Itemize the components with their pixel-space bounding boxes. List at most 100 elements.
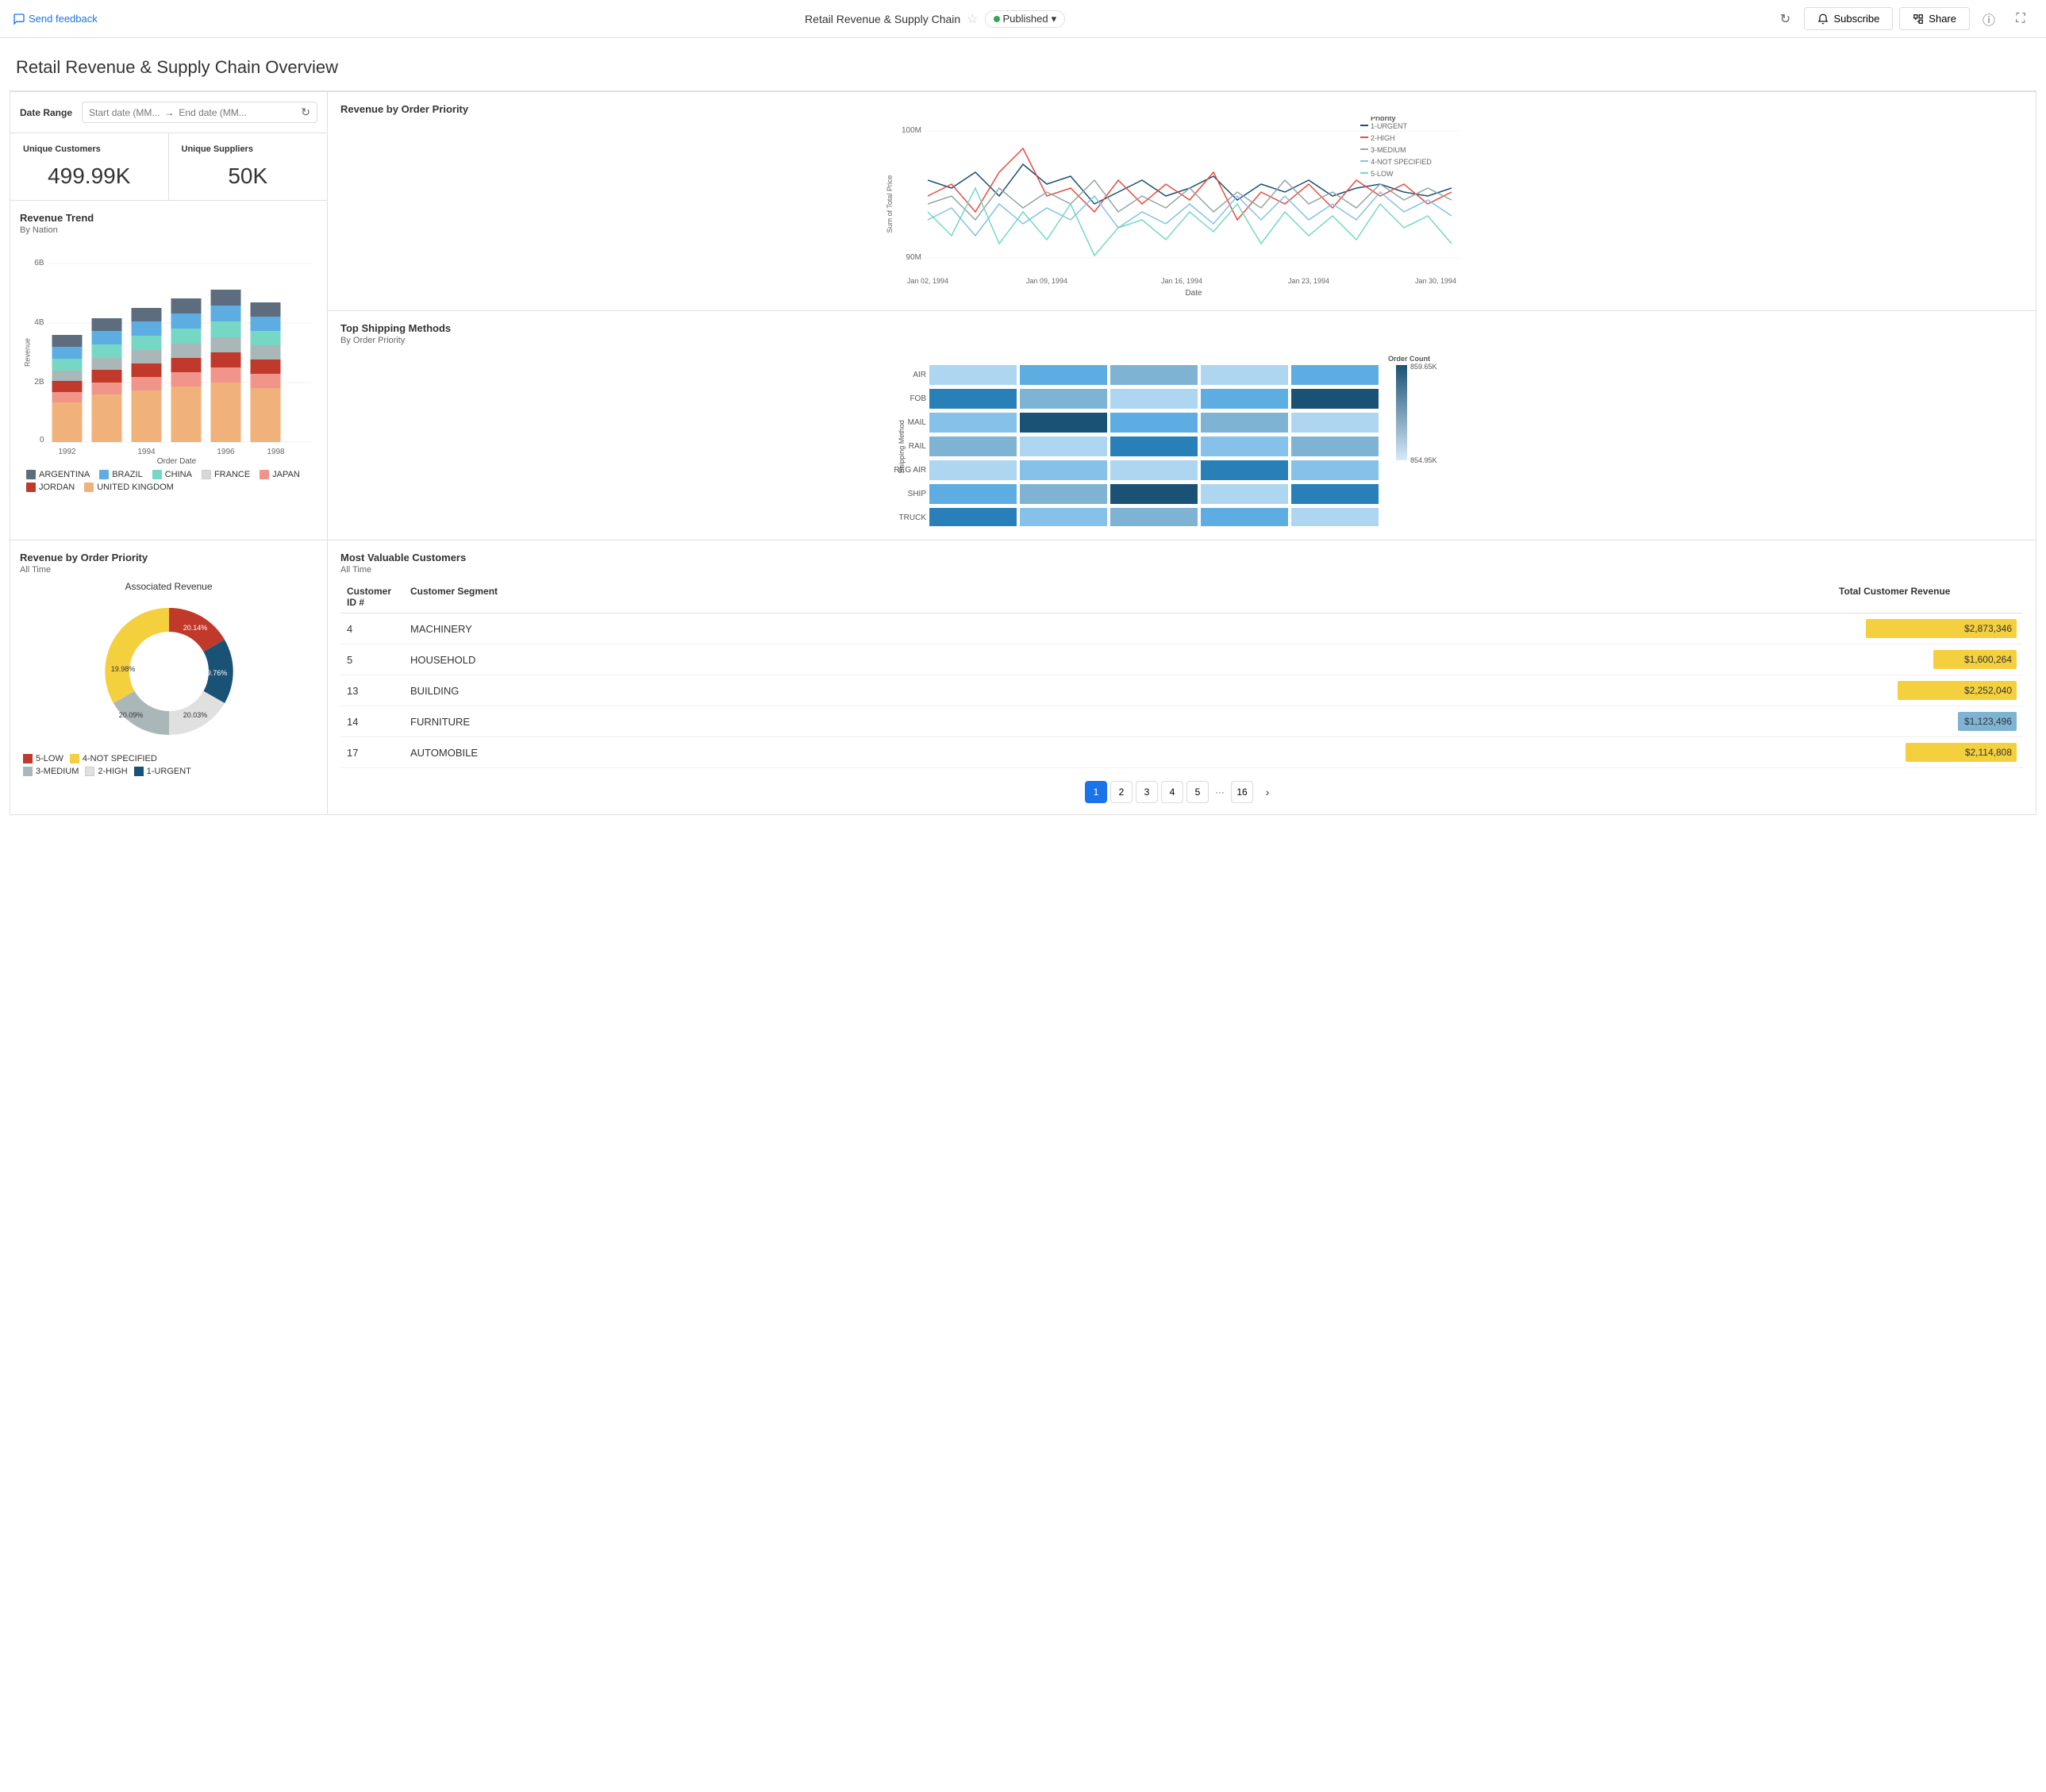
pagination: 1 2 3 4 5 ··· 16 ›	[340, 781, 2023, 803]
unique-customers-value: 499.99K	[23, 163, 156, 189]
3medium-label: 3-MEDIUM	[36, 767, 79, 776]
svg-text:2B: 2B	[34, 378, 44, 386]
svg-text:RAIL: RAIL	[909, 442, 927, 451]
svg-text:Jan 09, 1994: Jan 09, 1994	[1026, 277, 1067, 285]
svg-text:1994: 1994	[137, 448, 156, 456]
most-valuable-subtitle: All Time	[340, 565, 2023, 575]
revenue-bar: $1,600,264	[1933, 650, 2017, 669]
svg-text:2-HIGH: 2-HIGH	[1371, 134, 1395, 142]
legend-japan: JAPAN	[260, 470, 300, 479]
most-valuable-title: Most Valuable Customers	[340, 552, 2023, 563]
france-label: FRANCE	[214, 470, 250, 479]
revenue-bar: $2,873,346	[1866, 619, 2017, 638]
col-id: Customer ID #	[340, 586, 404, 608]
table-row: 4 MACHINERY $2,873,346	[340, 613, 2023, 644]
svg-text:1992: 1992	[58, 448, 76, 456]
1urgent-label: 1-URGENT	[147, 767, 191, 776]
left-column: Date Range Start date (MM... → End date …	[10, 92, 328, 540]
revenue-bar-cell: $1,600,264	[1833, 650, 2023, 669]
page-1-button[interactable]: 1	[1085, 781, 1107, 803]
published-badge[interactable]: Published ▾	[985, 10, 1066, 28]
2high-color	[85, 767, 94, 776]
star-icon[interactable]: ☆	[967, 11, 978, 27]
svg-text:Jan 30, 1994: Jan 30, 1994	[1415, 277, 1456, 285]
bottom-left: Revenue by Order Priority All Time Assoc…	[10, 540, 328, 814]
info-button[interactable]: ⓘ	[1976, 6, 2002, 32]
uk-label: UNITED KINGDOM	[97, 483, 174, 492]
argentina-label: ARGENTINA	[39, 470, 90, 479]
legend-france: FRANCE	[202, 470, 250, 479]
customer-segment: BUILDING	[404, 685, 1833, 697]
report-title-area: Retail Revenue & Supply Chain ☆ Publishe…	[107, 10, 1763, 28]
svg-text:Jan 23, 1994: Jan 23, 1994	[1288, 277, 1329, 285]
shipping-subtitle: By Order Priority	[340, 336, 2023, 345]
customer-id: 17	[340, 747, 404, 759]
china-label: CHINA	[165, 470, 192, 479]
legend-jordan: JORDAN	[26, 483, 75, 492]
france-color	[202, 470, 211, 479]
col-segment: Customer Segment	[404, 586, 1833, 608]
brazil-color	[99, 470, 109, 479]
svg-text:20.03%: 20.03%	[183, 711, 207, 719]
svg-text:854.95K: 854.95K	[1410, 456, 1437, 464]
customer-id: 13	[340, 685, 404, 697]
page-5-button[interactable]: 5	[1186, 781, 1209, 803]
brazil-label: BRAZIL	[112, 470, 143, 479]
table-row: 14 FURNITURE $1,123,496	[340, 706, 2023, 737]
jordan-color	[26, 483, 36, 492]
donut-chart: 20.14% 19.76% 20.03% 20.09% 19.98%	[20, 592, 317, 751]
metrics-row: Unique Customers 499.99K Unique Supplier…	[10, 133, 327, 201]
shipping-methods-panel: Top Shipping Methods By Order Priority A…	[328, 311, 2036, 540]
svg-text:Revenue: Revenue	[24, 338, 32, 367]
legend-argentina: ARGENTINA	[26, 470, 90, 479]
page-dots: ···	[1212, 786, 1228, 798]
svg-text:1996: 1996	[217, 448, 235, 456]
japan-color	[260, 470, 269, 479]
donut-svg: 20.14% 19.76% 20.03% 20.09% 19.98%	[90, 592, 248, 751]
date-range-input[interactable]: Start date (MM... → End date (MM... ↻	[82, 102, 317, 123]
svg-text:Jan 02, 1994: Jan 02, 1994	[907, 277, 948, 285]
shipping-title: Top Shipping Methods	[340, 322, 2023, 334]
customer-segment: FURNITURE	[404, 716, 1833, 728]
svg-text:SHIP: SHIP	[908, 490, 927, 498]
share-button[interactable]: Share	[1899, 7, 1970, 30]
revenue-bar-cell: $2,873,346	[1833, 619, 2023, 638]
4notspec-color	[70, 754, 79, 763]
page-4-button[interactable]: 4	[1161, 781, 1183, 803]
svg-text:19.98%: 19.98%	[110, 665, 135, 673]
svg-text:859.65K: 859.65K	[1410, 363, 1437, 371]
page-3-button[interactable]: 3	[1136, 781, 1158, 803]
send-feedback-button[interactable]: Send feedback	[13, 13, 98, 25]
published-label: Published	[1003, 13, 1048, 25]
legend-1urgent: 1-URGENT	[134, 767, 191, 776]
page-16-button[interactable]: 16	[1231, 781, 1253, 803]
customer-segment: HOUSEHOLD	[404, 654, 1833, 666]
unique-suppliers-value: 50K	[182, 163, 315, 189]
date-arrow-icon: →	[164, 107, 174, 118]
svg-text:Shipping Method: Shipping Method	[898, 420, 906, 474]
svg-text:20.14%: 20.14%	[183, 624, 207, 632]
svg-text:19.76%: 19.76%	[202, 669, 227, 677]
svg-text:0: 0	[40, 436, 44, 444]
page-next-icon[interactable]: ›	[1256, 781, 1279, 803]
svg-text:TRUCK: TRUCK	[899, 513, 927, 522]
date-refresh-icon[interactable]: ↻	[301, 106, 310, 119]
fullscreen-button[interactable]: ⛶	[2008, 6, 2033, 32]
refresh-button[interactable]: ↻	[1772, 6, 1798, 32]
table-row: 17 AUTOMOBILE $2,114,808	[340, 737, 2023, 768]
argentina-color	[26, 470, 36, 479]
date-range-label: Date Range	[20, 107, 72, 118]
page-2-button[interactable]: 2	[1110, 781, 1133, 803]
legend-5low: 5-LOW	[23, 754, 63, 763]
date-range-row: Date Range Start date (MM... → End date …	[10, 92, 327, 133]
table-row: 13 BUILDING $2,252,040	[340, 675, 2023, 706]
revenue-bar: $1,123,496	[1958, 712, 2017, 731]
customer-id: 14	[340, 716, 404, 728]
start-date-placeholder: Start date (MM...	[89, 107, 160, 118]
subscribe-button[interactable]: Subscribe	[1804, 7, 1893, 30]
revenue-bar-cell: $1,123,496	[1833, 712, 2023, 731]
svg-text:20.09%: 20.09%	[118, 711, 143, 719]
table-header: Customer ID # Customer Segment Total Cus…	[340, 581, 2023, 613]
revenue-trend-subtitle: By Nation	[20, 225, 317, 235]
revenue-bar: $2,114,808	[1906, 743, 2017, 762]
